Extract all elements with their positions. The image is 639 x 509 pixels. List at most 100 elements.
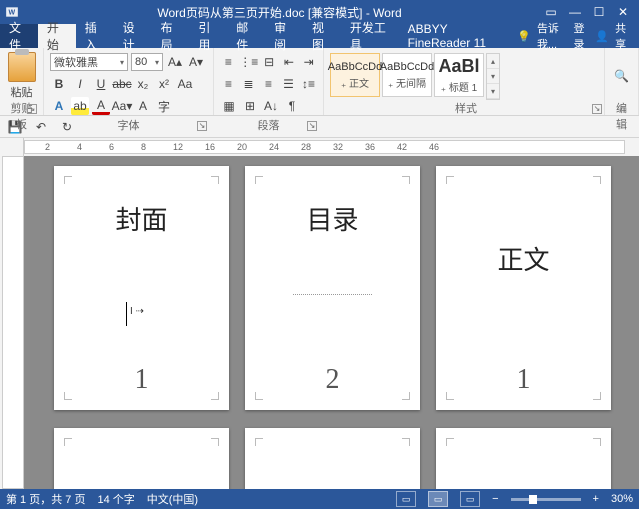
ribbon-display-options-icon[interactable]: ▭: [539, 5, 563, 19]
paste-icon[interactable]: [8, 52, 36, 82]
change-case-button[interactable]: Aa▾: [113, 97, 131, 115]
print-layout-button[interactable]: ▭: [428, 491, 448, 507]
document-page[interactable]: [245, 428, 420, 489]
tell-me-icon[interactable]: 💡: [517, 30, 531, 43]
shrink-font-button[interactable]: A▾: [187, 53, 205, 71]
status-language[interactable]: 中文(中国): [147, 491, 198, 507]
page-number: 1: [135, 364, 149, 396]
styles-launcher[interactable]: ↘: [592, 104, 602, 114]
page-heading: 目录: [306, 200, 358, 237]
paragraph-group-label: 段落: [258, 120, 280, 132]
styles-scroll[interactable]: ▴▾▾: [486, 53, 500, 100]
line-spacing-button[interactable]: ↕≡: [300, 75, 317, 93]
status-page[interactable]: 第 1 页，共 7 页: [6, 491, 85, 507]
zoom-out-button[interactable]: −: [492, 493, 498, 505]
style-item-0[interactable]: AaBbCcDd₊ 正文: [330, 53, 380, 97]
paste-label[interactable]: 粘贴: [11, 84, 33, 100]
group-editing: 🔍 编辑: [605, 48, 639, 115]
tab-review[interactable]: 审阅: [265, 24, 303, 48]
share-icon: 👤: [595, 30, 609, 43]
paragraph-launcher[interactable]: ↘: [307, 121, 317, 131]
sort-button[interactable]: A↓: [262, 97, 280, 115]
font-launcher[interactable]: ↘: [197, 121, 207, 131]
font-name-value: 微软雅黑: [54, 54, 98, 70]
subscript-button[interactable]: x₂: [134, 75, 152, 93]
document-page[interactable]: [54, 428, 229, 489]
maximize-button[interactable]: ☐: [587, 5, 611, 19]
increase-indent-button[interactable]: ⇥: [300, 53, 317, 71]
ribbon-tabs: 文件 开始 插入 设计 布局 引用 邮件 审阅 视图 开发工具 ABBYY Fi…: [0, 24, 639, 48]
chevron-down-icon: ▾: [155, 58, 159, 67]
font-name-combo[interactable]: 微软雅黑 ▾: [50, 53, 128, 71]
font-color-button[interactable]: A: [92, 97, 110, 115]
web-layout-button[interactable]: ▭: [460, 491, 480, 507]
zoom-in-button[interactable]: +: [593, 493, 599, 505]
group-clipboard: 粘贴 剪贴板↘: [0, 48, 44, 115]
font-size-value: 80: [135, 56, 147, 68]
tab-home[interactable]: 开始: [38, 24, 76, 48]
decrease-indent-button[interactable]: ⇤: [281, 53, 298, 71]
find-icon[interactable]: 🔍: [613, 67, 631, 85]
group-styles: AaBbCcDd₊ 正文AaBbCcDd₊ 无间隔AaBl₊ 标题 1▴▾▾ 样…: [324, 48, 605, 115]
read-mode-button[interactable]: ▭: [396, 491, 416, 507]
clear-format-button[interactable]: Aa: [176, 75, 194, 93]
superscript-button[interactable]: x²: [155, 75, 173, 93]
document-canvas[interactable]: 封面I ⇢1 目录 2 正文1: [24, 156, 639, 489]
text-effects-button[interactable]: A: [50, 97, 68, 115]
zoom-slider[interactable]: [511, 498, 581, 501]
font-group-label: 字体: [118, 120, 140, 132]
page-number: 2: [326, 364, 340, 396]
zoom-level[interactable]: 30%: [611, 493, 633, 505]
show-marks-button[interactable]: ¶: [283, 97, 301, 115]
shading-button[interactable]: ▦: [220, 97, 238, 115]
align-right-button[interactable]: ≡: [260, 75, 277, 93]
numbering-button[interactable]: ⋮≡: [240, 53, 258, 71]
style-item-1[interactable]: AaBbCcDd₊ 无间隔: [382, 53, 432, 97]
svg-text:W: W: [9, 9, 16, 16]
grow-font-button[interactable]: A▴: [166, 53, 184, 71]
character-border-button[interactable]: A: [134, 97, 152, 115]
close-button[interactable]: ✕: [611, 5, 635, 19]
document-page[interactable]: 封面I ⇢1: [54, 166, 229, 410]
tab-insert[interactable]: 插入: [76, 24, 114, 48]
status-words[interactable]: 14 个字: [97, 491, 134, 507]
underline-button[interactable]: U: [92, 75, 110, 93]
tab-view[interactable]: 视图: [303, 24, 341, 48]
align-left-button[interactable]: ≡: [220, 75, 237, 93]
bold-button[interactable]: B: [50, 75, 68, 93]
group-font: 微软雅黑▾ 80▾ A▴ A▾ B I U abc x₂ x² Aa A ab …: [44, 48, 214, 115]
document-page[interactable]: 正文1: [436, 166, 611, 410]
minimize-button[interactable]: —: [563, 5, 587, 19]
chevron-down-icon: ▾: [120, 58, 124, 67]
document-page[interactable]: 目录 2: [245, 166, 420, 410]
align-center-button[interactable]: ≣: [240, 75, 257, 93]
clipboard-launcher[interactable]: ↘: [27, 104, 37, 114]
style-item-2[interactable]: AaBl₊ 标题 1: [434, 53, 484, 97]
phonetic-guide-button[interactable]: 字: [155, 97, 173, 115]
window-title: Word页码从第三页开始.doc [兼容模式] - Word: [20, 4, 539, 21]
tab-finereader[interactable]: ABBYY FineReader 11: [399, 24, 518, 48]
ribbon: 粘贴 剪贴板↘ 微软雅黑▾ 80▾ A▴ A▾ B I U abc x₂ x² …: [0, 48, 639, 116]
tab-developer[interactable]: 开发工具: [341, 24, 399, 48]
font-size-combo[interactable]: 80 ▾: [131, 53, 163, 71]
italic-button[interactable]: I: [71, 75, 89, 93]
tab-mailings[interactable]: 邮件: [227, 24, 265, 48]
tab-file[interactable]: 文件: [0, 24, 38, 48]
bullets-button[interactable]: ≡: [220, 53, 237, 71]
horizontal-ruler[interactable]: 2468121620242832364246: [0, 138, 639, 156]
strikethrough-button[interactable]: abc: [113, 75, 131, 93]
document-page[interactable]: [436, 428, 611, 489]
highlight-button[interactable]: ab: [71, 97, 89, 115]
justify-button[interactable]: ☰: [280, 75, 297, 93]
tab-design[interactable]: 设计: [114, 24, 152, 48]
vertical-ruler[interactable]: [2, 156, 24, 489]
work-area: 封面I ⇢1 目录 2 正文1: [0, 156, 639, 489]
tab-references[interactable]: 引用: [189, 24, 227, 48]
status-bar: 第 1 页，共 7 页 14 个字 中文(中国) ▭ ▭ ▭ − + 30%: [0, 489, 639, 509]
multilevel-button[interactable]: ⊟: [261, 53, 278, 71]
borders-button[interactable]: ⊞: [241, 97, 259, 115]
tab-layout[interactable]: 布局: [152, 24, 190, 48]
styles-group-label: 样式: [455, 103, 477, 115]
page-number: 1: [517, 364, 531, 396]
undo-button[interactable]: ↶: [32, 118, 50, 136]
